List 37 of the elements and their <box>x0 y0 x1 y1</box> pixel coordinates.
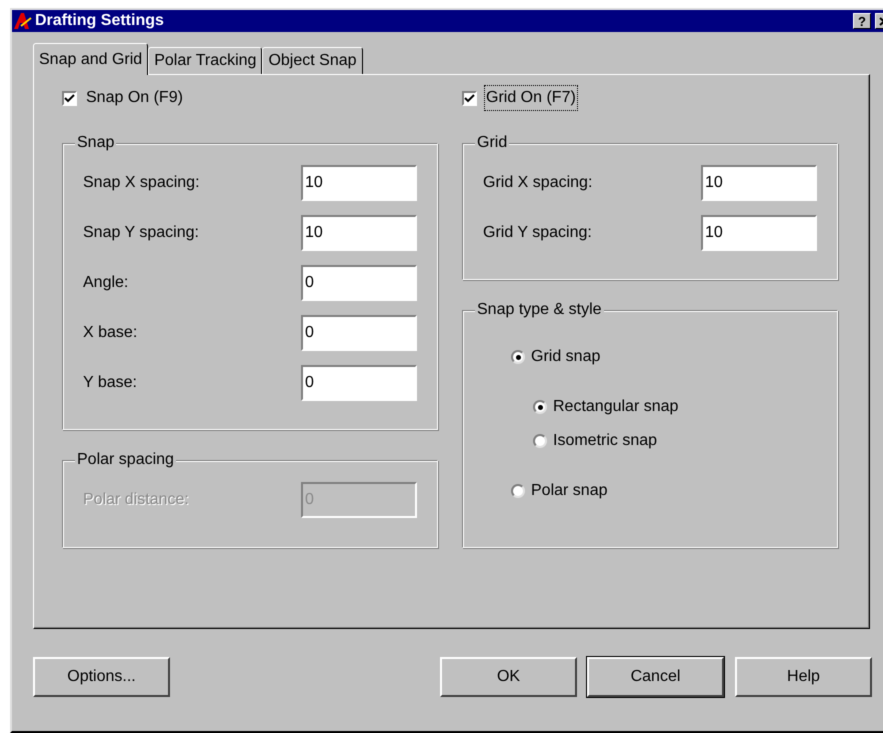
checkbox[interactable] <box>62 90 77 106</box>
dialog-button[interactable]: OK <box>440 657 577 697</box>
radio-button[interactable] <box>533 400 547 414</box>
checkbox[interactable] <box>462 90 477 106</box>
field-label: Grid Y spacing: <box>483 223 593 243</box>
radio-label[interactable]: Rectangular snap <box>553 395 678 419</box>
window-title: Drafting Settings <box>35 11 165 31</box>
number-field[interactable]: 0 <box>301 315 417 351</box>
radio-label[interactable]: Polar snap <box>531 479 608 503</box>
app-logo-icon <box>13 12 33 30</box>
field-label: X base: <box>83 323 138 343</box>
number-field[interactable]: 0 <box>301 365 417 401</box>
radio-button[interactable] <box>511 484 525 498</box>
field-label: Snap X spacing: <box>83 173 201 193</box>
number-field[interactable]: 10 <box>301 165 417 201</box>
number-field[interactable]: 10 <box>701 165 817 201</box>
radio-button[interactable] <box>511 350 525 364</box>
tab[interactable]: Polar Tracking <box>148 47 262 74</box>
number-field[interactable]: 10 <box>301 215 417 251</box>
radio-button[interactable] <box>533 434 547 448</box>
field-label: Y base: <box>83 373 138 393</box>
field-label: Polar distance: <box>83 490 190 510</box>
tab[interactable]: Object Snap <box>262 47 363 74</box>
number-field[interactable]: 0 <box>301 265 417 301</box>
radio-label[interactable]: Isometric snap <box>553 429 658 453</box>
dialog-button[interactable]: Help <box>735 657 872 697</box>
dialog-button[interactable]: Options... <box>33 657 170 697</box>
field-label: Angle: <box>83 273 130 293</box>
checkbox-label[interactable]: Snap On (F9) <box>85 86 184 110</box>
help-button[interactable]: ? <box>853 13 871 29</box>
checkbox-label[interactable]: Grid On (F7) <box>485 86 577 110</box>
number-field[interactable]: 10 <box>701 215 817 251</box>
tab[interactable]: Snap and Grid <box>33 43 148 75</box>
dialog-button[interactable]: Cancel <box>587 657 724 697</box>
field-label: Snap Y spacing: <box>83 223 200 243</box>
field-label: Grid X spacing: <box>483 173 594 193</box>
radio-label[interactable]: Grid snap <box>531 345 600 369</box>
